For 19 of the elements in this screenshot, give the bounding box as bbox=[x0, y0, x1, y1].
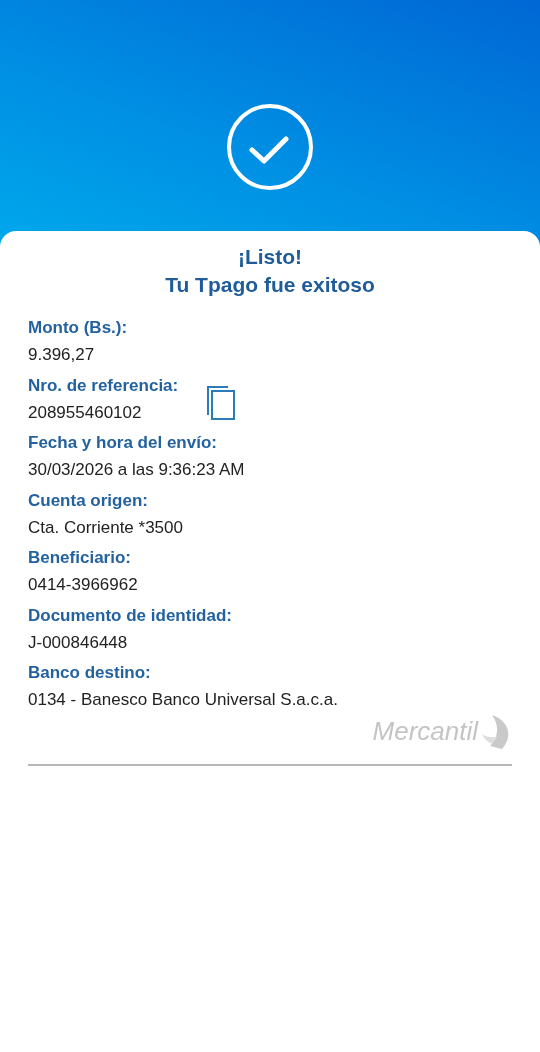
check-circle-icon bbox=[226, 103, 314, 191]
field-label: Monto (Bs.): bbox=[28, 317, 128, 340]
field-value: 208955460102 bbox=[28, 401, 143, 424]
receipt-subtitle: Tu Tpago fue exitoso bbox=[164, 272, 376, 298]
field-label: Banco destino: bbox=[28, 662, 152, 685]
receipt-title: ¡Listo! bbox=[236, 244, 304, 270]
field-label: Beneficiario: bbox=[28, 547, 132, 570]
field-value: 30/03/2026 a las 9:36:23 AM bbox=[28, 459, 245, 482]
field-value: J-000846448 bbox=[28, 631, 129, 654]
copy-icon[interactable] bbox=[206, 385, 237, 422]
field-value: 9.396,27 bbox=[28, 344, 96, 367]
field-value: Cta. Corriente *3500 bbox=[28, 516, 183, 539]
bank-logo-text: Mercantil bbox=[372, 716, 478, 747]
field-value: 0414-3966962 bbox=[28, 574, 138, 597]
field-label: Nro. de referencia: bbox=[28, 374, 179, 397]
field-value: 0134 - Banesco Banco Universal S.a.c.a. bbox=[28, 689, 338, 712]
field-label: Fecha y hora del envío: bbox=[28, 432, 218, 455]
field-label: Cuenta origen: bbox=[28, 489, 149, 512]
field-label: Documento de identidad: bbox=[28, 604, 232, 627]
